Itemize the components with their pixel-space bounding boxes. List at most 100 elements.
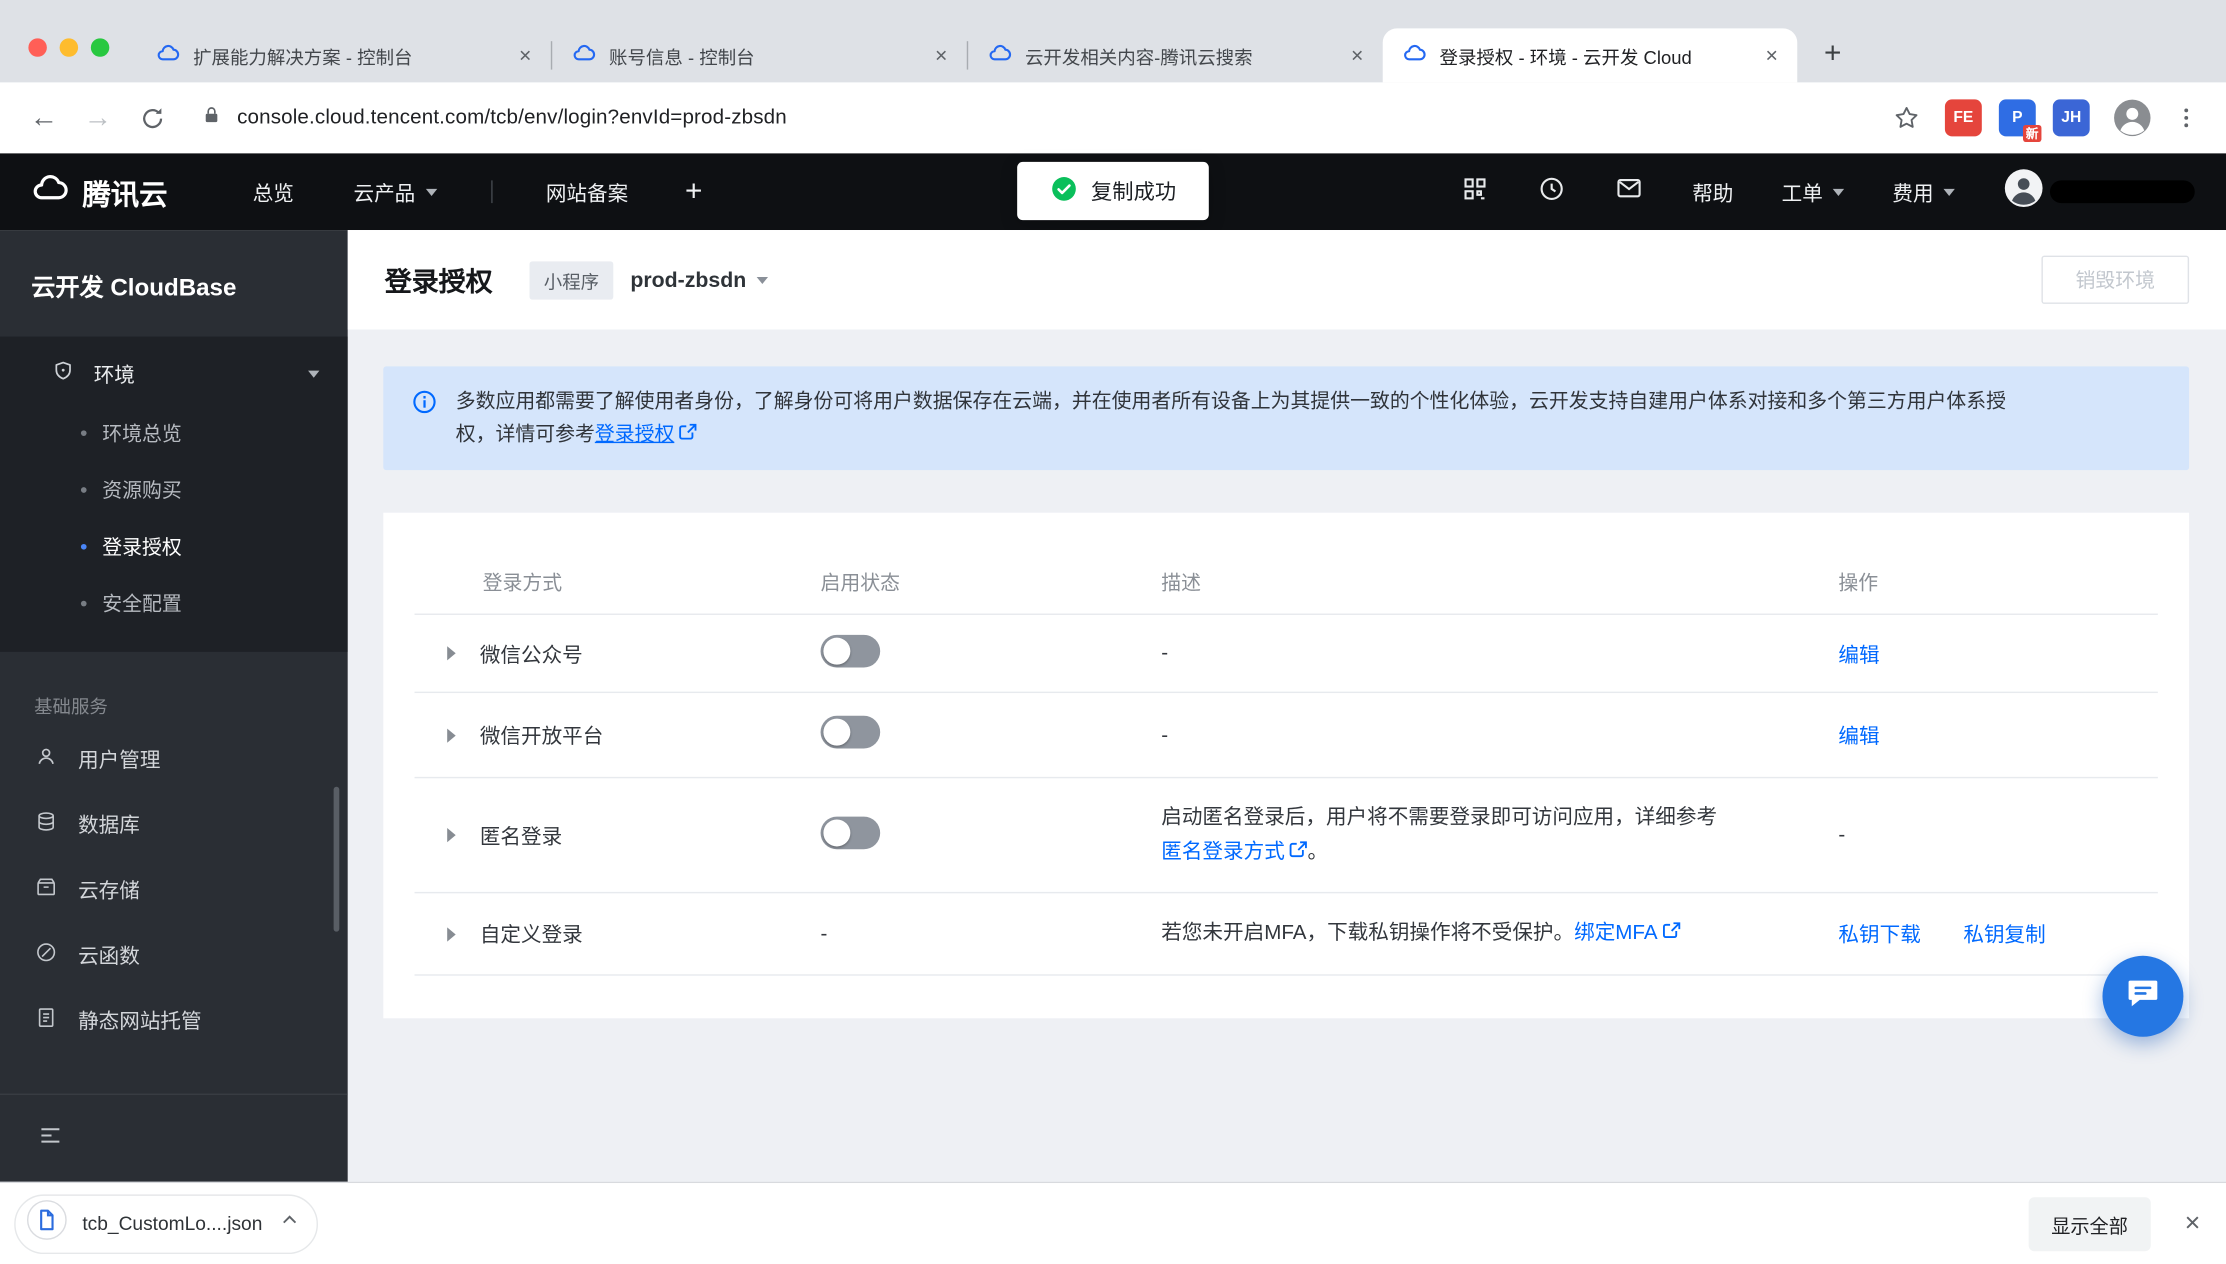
forward-button[interactable]: → [74,94,122,142]
extension-label: P [2012,109,2023,127]
external-link-icon [1289,836,1307,870]
chevron-down-icon [425,188,437,196]
chevron-down-icon [1832,188,1845,196]
nav-beian[interactable]: 网站备案 [546,177,628,207]
avatar[interactable] [2003,168,2044,216]
copy-success-toast: 复制成功 [1017,161,1209,221]
enable-toggle-off[interactable] [820,634,881,667]
chevron-up-icon[interactable] [277,1207,303,1240]
close-tab-icon[interactable]: × [511,41,539,69]
nav-help[interactable]: 帮助 [1692,177,1733,207]
sidebar-scrollbar[interactable] [333,786,340,932]
tab-title: 扩展能力解决方案 - 控制台 [193,46,413,68]
login-auth-doc-link[interactable]: 登录授权 [595,422,674,445]
private-key-copy-link[interactable]: 私钥复制 [1963,919,2045,949]
enable-toggle-off[interactable] [820,815,881,849]
tab-title: 登录授权 - 环境 - 云开发 Cloud [1439,46,1692,68]
reload-button[interactable] [128,94,176,142]
tencent-cloud-logo[interactable]: 腾讯云 [31,168,168,215]
top-nav-right: 帮助 工单 费用 [1461,168,2195,216]
sidebar-item-resource-purchase[interactable]: 资源购买 [0,462,348,519]
page-header: 登录授权 小程序 prod-zbsdn 销毁环境 [347,230,2226,330]
browser-menu-icon[interactable] [2166,98,2206,138]
close-tab-icon[interactable]: × [927,41,955,69]
bookmark-star-icon[interactable] [1885,97,1928,140]
banner-line2-prefix: 权，详情可参考 [455,421,595,445]
back-button[interactable]: ← [20,94,68,142]
sidebar-item-cloud-storage[interactable]: 云存储 [0,856,348,921]
customer-service-chat-button[interactable] [2102,955,2184,1037]
sidebar-item-cloud-functions[interactable]: 云函数 [0,922,348,987]
extension-p-icon[interactable]: P 新 [1998,99,2042,143]
enable-toggle-off[interactable] [820,715,881,749]
nav-label: 费用 [1892,182,1934,206]
sidebar-item-static-hosting[interactable]: 静态网站托管 [0,987,348,1052]
sidebar-item-database[interactable]: 数据库 [0,791,348,856]
login-method-label: 匿名登录 [479,825,563,849]
env-selector[interactable]: prod-zbsdn [630,268,768,292]
tab-account-info[interactable]: 账号信息 - 控制台 × [552,28,967,82]
tencent-cloud-favicon-icon [156,41,180,69]
address-bar[interactable]: console.cloud.tencent.com/tcb/env/login?… [182,92,1880,143]
info-icon [412,389,438,451]
url-text: console.cloud.tencent.com/tcb/env/login?… [237,106,787,130]
login-methods-card: 登录方式 启用状态 描述 操作 微信公众号 - 编辑 微信开放平台 - 编辑 匿… [383,512,2190,1019]
sidebar-item-user-management[interactable]: 用户管理 [0,726,348,791]
extension-fe-icon[interactable]: FE [1944,99,1982,137]
new-tab-button[interactable]: + [1811,33,1854,76]
qr-code-icon[interactable] [1461,174,1489,210]
close-tab-icon[interactable]: × [1343,41,1371,69]
nav-cloud-products[interactable]: 云产品 [353,177,437,207]
nav-overview[interactable]: 总览 [253,177,294,207]
window-controls [28,38,110,57]
nav-add-button[interactable]: + [685,175,702,209]
close-window-button[interactable] [28,38,47,57]
json-file-icon [26,1199,69,1249]
sidebar-item-login-auth[interactable]: 登录授权 [0,518,348,575]
login-method-label: 自定义登录 [479,924,583,948]
account-area[interactable] [2003,168,2195,216]
database-icon [34,809,58,839]
sidebar-item-label: 用户管理 [78,749,161,772]
table-row-wechat-open: 微信开放平台 - 编辑 [414,693,2158,779]
expand-row-icon[interactable] [447,727,456,743]
show-all-downloads-button[interactable]: 显示全部 [2028,1196,2151,1251]
sidebar-item-security-config[interactable]: 安全配置 [0,575,348,632]
clock-icon[interactable] [1537,174,1565,210]
row-action-empty: - [1838,823,1846,847]
destroy-env-button[interactable]: 销毁环境 [2041,255,2190,304]
bind-mfa-link[interactable]: 绑定MFA [1574,922,1657,945]
screen: 扩展能力解决方案 - 控制台 × 账号信息 - 控制台 × 云开发相关内容-腾讯… [0,0,2226,1264]
nav-label: 工单 [1781,182,1823,206]
nav-billing[interactable]: 费用 [1892,177,1955,207]
tab-list: 扩展能力解决方案 - 控制台 × 账号信息 - 控制台 × 云开发相关内容-腾讯… [136,28,1798,83]
expand-row-icon[interactable] [447,926,456,941]
tab-search-result[interactable]: 云开发相关内容-腾讯云搜索 × [968,28,1383,82]
expand-row-icon[interactable] [447,827,456,843]
mail-icon[interactable] [1614,173,1644,210]
browser-profile-icon[interactable] [2112,98,2152,138]
nav-ticket[interactable]: 工单 [1781,177,1845,207]
fullscreen-window-button[interactable] [90,38,110,57]
row-description: - [1161,641,1169,665]
sidebar-item-env-overview[interactable]: 环境总览 [0,405,348,462]
extension-jh-icon[interactable]: JH [2052,99,2090,137]
username-redaction-bar [2049,180,2195,204]
close-tab-icon[interactable]: × [1758,41,1786,69]
private-key-download-link[interactable]: 私钥下载 [1838,919,1920,949]
download-item[interactable]: tcb_CustomLo....json [14,1193,318,1254]
column-header: 描述 [1161,570,1202,593]
minimize-window-button[interactable] [59,38,79,57]
edit-link[interactable]: 编辑 [1838,720,1879,750]
browser-tab-strip: 扩展能力解决方案 - 控制台 × 账号信息 - 控制台 × 云开发相关内容-腾讯… [0,0,2226,83]
close-download-bar-icon[interactable]: × [2185,1208,2201,1239]
success-check-icon [1050,174,1078,208]
expand-row-icon[interactable] [447,646,456,661]
sidebar-item-environment[interactable]: 环境 [0,342,348,404]
lock-icon [202,103,222,133]
anonymous-login-doc-link[interactable]: 匿名登录方式 [1161,840,1285,863]
tab-extension-solution[interactable]: 扩展能力解决方案 - 控制台 × [136,28,551,82]
tab-login-auth-active[interactable]: 登录授权 - 环境 - 云开发 Cloud × [1382,28,1798,83]
edit-link[interactable]: 编辑 [1838,638,1879,668]
collapse-sidebar-icon[interactable] [37,1121,64,1155]
